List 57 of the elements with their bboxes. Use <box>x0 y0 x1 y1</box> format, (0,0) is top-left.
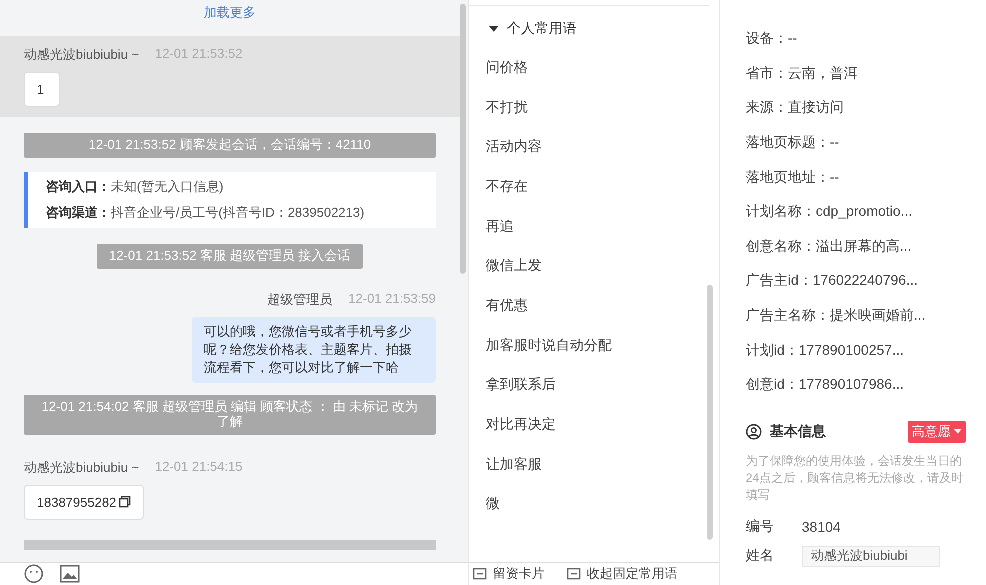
caret-icon <box>954 429 962 434</box>
emoji-icon[interactable] <box>24 564 44 584</box>
field-value: 38104 <box>802 518 841 535</box>
load-more-link[interactable]: 加载更多 <box>204 0 256 36</box>
name-field[interactable]: 动感光波biubiubi <box>802 546 940 567</box>
info-row-text: 落地页地址：-- <box>746 168 840 187</box>
footer-button[interactable]: 收起固定常用语 <box>567 565 678 583</box>
message-bubble: 18387955282 <box>24 484 144 520</box>
copy-icon[interactable] <box>118 496 131 508</box>
quick-reply-item[interactable]: 让加客服 <box>486 444 719 485</box>
quick-reply-item[interactable]: 加客服时说自动分配 <box>486 326 719 366</box>
system-message: 12-01 21:53:52 客服 超级管理员 接入会话 <box>97 244 363 269</box>
scrollbar[interactable] <box>707 285 713 540</box>
info-row-text: 设备：-- <box>746 29 798 48</box>
info-line: 咨询渠道：抖音企业号/员工号(抖音号ID：2839502213) <box>46 204 366 222</box>
info-row-text: 创意id：177890107986... <box>746 375 905 394</box>
system-message: 12-01 21:54:02 客服 超级管理员 编辑 顾客状态 ： 由 未标记 改为了解 <box>24 394 436 435</box>
section-title: 基本信息 <box>770 422 827 441</box>
card-icon <box>567 568 581 580</box>
info-row-text: 省市：云南，普洱 <box>746 64 859 83</box>
message-bubble: 可以的哦，您微信号或者手机号多少呢？给您发价格表、主题客片、拍摄流程看下，您可以对比了解一下哈 <box>192 316 436 383</box>
message-time: 12-01 21:53:52 <box>155 46 243 63</box>
info-row-text: 落地页标题：-- <box>746 133 840 152</box>
sender-name: 动感光波biubiubiu ~ <box>24 458 140 477</box>
scrollbar[interactable] <box>460 4 466 274</box>
quick-reply-item[interactable]: 对比再决定 <box>486 405 719 445</box>
quick-reply-item[interactable]: 拿到联系后 <box>486 366 719 406</box>
info-row-text: 计划名称：cdp_promotio... <box>746 202 914 222</box>
info-row-text: 来源：直接访问 <box>746 98 845 118</box>
user-icon <box>746 424 762 440</box>
quick-reply-item[interactable]: 有优惠 <box>486 286 719 326</box>
quick-reply-item[interactable]: 活动内容 <box>486 127 719 168</box>
sender-name: 动感光波biubiubiu ~ <box>24 46 140 64</box>
notice-text: 为了保障您的使用体验，会话发生当日的24点之后，顾客信息将无法修改，请及时填写 <box>746 452 964 504</box>
quick-reply-item[interactable]: 微信上发 <box>486 246 719 286</box>
message-bubble: 1 <box>24 72 60 107</box>
system-message: 12-01 21:53:52 顾客发起会话，会话编号：42110 <box>24 133 436 158</box>
info-row-text: 广告主id：176022240796... <box>746 271 919 290</box>
quick-reply-item[interactable]: 不打扰 <box>486 88 719 128</box>
field-label: 姓名 <box>746 547 775 566</box>
image-icon[interactable] <box>60 565 80 583</box>
quick-reply-item[interactable]: 问价格 <box>486 48 719 88</box>
info-row-text: 计划id：177890100257... <box>746 340 905 360</box>
info-row-text: 创意名称：溢出屏幕的高... <box>746 236 913 256</box>
info-line: 咨询入口：未知(暂无入口信息) <box>46 178 225 196</box>
sender-name: 超级管理员 <box>268 290 333 309</box>
card-icon <box>473 568 487 580</box>
caret-icon <box>489 26 499 32</box>
message-time: 12-01 21:54:15 <box>155 458 243 476</box>
field-label: 编号 <box>746 518 775 536</box>
footer-button[interactable]: 留资卡片 <box>473 565 545 583</box>
intent-dropdown[interactable]: 高意愿 <box>908 420 966 443</box>
quick-reply-item[interactable]: 微 <box>486 484 719 524</box>
message-time: 12-01 21:53:59 <box>348 290 436 308</box>
quick-reply-item[interactable]: 不存在 <box>486 167 719 207</box>
quick-reply-item[interactable]: 再追 <box>486 206 719 246</box>
info-row-text: 广告主名称：提米映画婚前... <box>746 306 927 326</box>
